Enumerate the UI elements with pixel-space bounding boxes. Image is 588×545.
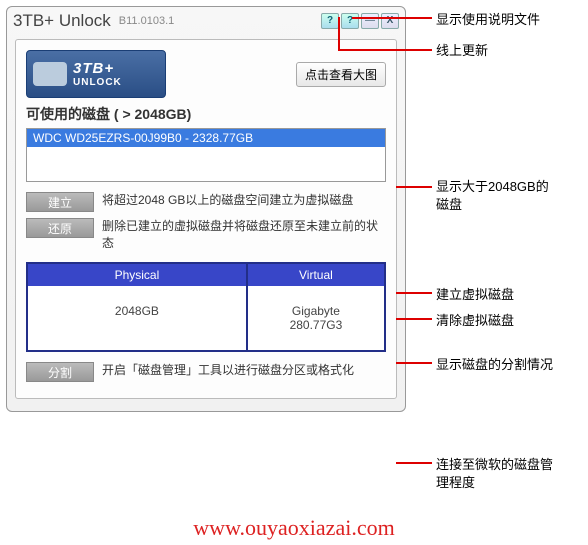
callout-line	[396, 362, 432, 364]
titlebar: 3TB+ Unlock B11.0103.1 ? ? — X	[7, 7, 405, 35]
watermark-url: www.ouyaoxiazai.com	[0, 515, 588, 541]
create-row: 建立 将超过2048 GB以上的磁盘空间建立为虚拟磁盘	[26, 192, 386, 212]
action-rows: 建立 将超过2048 GB以上的磁盘空间建立为虚拟磁盘 还原 删除已建立的虚拟磁…	[26, 192, 386, 252]
help-icon[interactable]: ?	[321, 13, 339, 29]
window-title: 3TB+ Unlock	[13, 11, 111, 31]
annotation-update: 线上更新	[436, 40, 488, 59]
physical-header: Physical	[28, 264, 246, 286]
inner-panel: 3TB+ UNLOCK 点击查看大图 可使用的磁盘 ( > 2048GB) WD…	[15, 39, 397, 399]
annotation-table: 显示磁盘的分割情况	[436, 354, 553, 373]
logo-text: 3TB+ UNLOCK	[73, 60, 122, 88]
app-window: 3TB+ Unlock B11.0103.1 ? ? — X 3TB+ UNLO…	[6, 6, 406, 412]
annotation-disk2: 磁盘	[436, 194, 462, 213]
callout-line	[396, 462, 432, 464]
create-button[interactable]: 建立	[26, 192, 94, 212]
callout-line	[396, 318, 432, 320]
callout-line	[396, 186, 432, 188]
close-button[interactable]: X	[381, 13, 399, 29]
app-logo: 3TB+ UNLOCK	[26, 50, 166, 98]
annotation-partition1: 连接至微软的磁盘管	[436, 454, 553, 473]
virtual-value: Gigabyte 280.77G3	[248, 286, 384, 350]
physical-column: Physical 2048GB	[28, 264, 248, 350]
partition-table: Physical 2048GB Virtual Gigabyte 280.77G…	[26, 262, 386, 352]
physical-value: 2048GB	[28, 286, 246, 336]
logo-row: 3TB+ UNLOCK 点击查看大图	[26, 50, 386, 98]
logo-line2: UNLOCK	[73, 77, 122, 88]
disk-list-item[interactable]: WDC WD25EZRS-00J99B0 - 2328.77GB	[27, 129, 385, 147]
window-buttons: ? ? — X	[321, 13, 399, 29]
annotation-disk1: 显示大于2048GB的	[436, 176, 549, 195]
callout-line	[352, 17, 432, 19]
window-version: B11.0103.1	[119, 15, 174, 27]
annotation-restore: 清除虚拟磁盘	[436, 310, 514, 329]
annotation-partition2: 理程度	[436, 472, 475, 491]
view-large-button[interactable]: 点击查看大图	[296, 62, 386, 87]
virtual-header: Virtual	[248, 264, 384, 286]
callout-line	[338, 17, 340, 51]
partition-button[interactable]: 分割	[26, 362, 94, 382]
partition-desc: 开启「磁盘管理」工具以进行磁盘分区或格式化	[102, 362, 386, 379]
partition-row-wrap: 分割 开启「磁盘管理」工具以进行磁盘分区或格式化	[26, 362, 386, 382]
callout-line	[340, 49, 432, 51]
virtual-label: Gigabyte	[252, 304, 380, 318]
restore-button[interactable]: 还原	[26, 218, 94, 238]
create-desc: 将超过2048 GB以上的磁盘空间建立为虚拟磁盘	[102, 192, 386, 209]
usable-disks-label: 可使用的磁盘 ( > 2048GB)	[26, 104, 386, 124]
logo-line1: 3TB+	[73, 60, 122, 77]
annotation-help: 显示使用说明文件	[436, 9, 540, 28]
partition-row: 分割 开启「磁盘管理」工具以进行磁盘分区或格式化	[26, 362, 386, 382]
restore-row: 还原 删除已建立的虚拟磁盘并将磁盘还原至未建立前的状态	[26, 218, 386, 252]
callout-line	[396, 292, 432, 294]
restore-desc: 删除已建立的虚拟磁盘并将磁盘还原至未建立前的状态	[102, 218, 386, 252]
hdd-icon	[33, 62, 67, 86]
virtual-size: 280.77G3	[252, 318, 380, 332]
annotation-create: 建立虚拟磁盘	[436, 284, 514, 303]
virtual-column: Virtual Gigabyte 280.77G3	[248, 264, 384, 350]
disk-list[interactable]: WDC WD25EZRS-00J99B0 - 2328.77GB	[26, 128, 386, 182]
minimize-button[interactable]: —	[361, 13, 379, 29]
update-icon[interactable]: ?	[341, 13, 359, 29]
